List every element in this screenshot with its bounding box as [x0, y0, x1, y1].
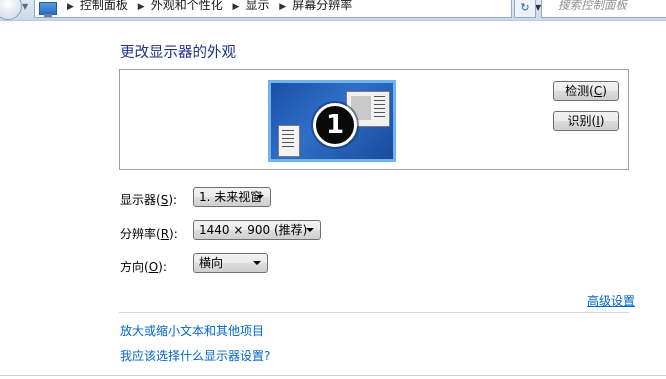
window-thumbnail-icon: [278, 125, 300, 157]
breadcrumb-separator-icon[interactable]: ▶: [233, 2, 240, 12]
chevron-down-icon: [253, 261, 261, 265]
identify-button[interactable]: 识别(I): [553, 111, 619, 131]
identify-label: 识别: [567, 114, 592, 128]
chevron-down-icon: [256, 195, 264, 199]
monitor-1-thumbnail[interactable]: 1: [268, 80, 396, 162]
detect-label: 检测: [565, 84, 590, 98]
identify-accesskey: I: [596, 114, 600, 128]
monitor-preview-panel: 1 检测(C) 识别(I): [119, 69, 629, 170]
breadcrumb-separator-icon[interactable]: ▶: [67, 2, 74, 12]
display-select[interactable]: 1. 未来视窗: [193, 187, 271, 207]
display-select-value: 1. 未来视窗: [199, 190, 263, 204]
breadcrumb-separator-icon[interactable]: ▶: [279, 2, 286, 12]
search-placeholder: 搜索控制面板: [558, 0, 627, 12]
recent-pages-dropdown-icon[interactable]: ▼: [22, 2, 28, 11]
monitor-number-badge: 1: [313, 103, 357, 147]
chevron-down-icon: [306, 228, 314, 232]
breadcrumb-display[interactable]: 显示: [245, 0, 269, 12]
resolution-select[interactable]: 1440 × 900 (推荐): [193, 220, 321, 240]
detect-accesskey: C: [593, 84, 603, 98]
display-label: 显示器(S):: [120, 193, 178, 207]
page-title: 更改显示器的外观: [120, 45, 236, 61]
address-bar[interactable]: ▶ 控制面板 ▶ 外观和个性化 ▶ 显示 ▶ 屏幕分辨率 ▼: [34, 0, 541, 18]
breadcrumb-appearance[interactable]: 外观和个性化: [151, 0, 223, 12]
control-panel-icon: [39, 2, 57, 17]
orientation-select-value: 横向: [199, 256, 224, 270]
bottom-divider: [0, 375, 666, 376]
refresh-button[interactable]: ↻: [514, 0, 536, 18]
monitor-screen: 1: [271, 83, 393, 159]
advanced-settings-link[interactable]: 高级设置: [587, 292, 635, 309]
back-button[interactable]: [0, 0, 22, 20]
refresh-icon: ↻: [520, 1, 530, 14]
text-size-link[interactable]: 放大或缩小文本和其他项目: [120, 322, 264, 339]
search-input[interactable]: 搜索控制面板: [541, 0, 666, 18]
address-bar-area: ▼ ▶ 控制面板 ▶ 外观和个性化 ▶ 显示 ▶ 屏幕分辨率 ▼ ↻ 搜索控制面板: [0, 0, 666, 21]
breadcrumb-control-panel[interactable]: 控制面板: [80, 0, 128, 12]
display-settings-help-link[interactable]: 我应该选择什么显示器设置?: [120, 347, 270, 364]
breadcrumb-separator-icon[interactable]: ▶: [138, 2, 145, 12]
resolution-label: 分辨率(R):: [120, 227, 178, 241]
breadcrumb-screen-resolution[interactable]: 屏幕分辨率: [292, 0, 352, 12]
divider: [119, 312, 629, 313]
orientation-select[interactable]: 横向: [193, 253, 268, 273]
detect-button[interactable]: 检测(C): [553, 81, 619, 101]
breadcrumb: ▶ 控制面板 ▶ 外观和个性化 ▶ 显示 ▶ 屏幕分辨率: [61, 0, 352, 16]
resolution-select-value: 1440 × 900 (推荐): [199, 223, 308, 237]
orientation-label: 方向(O):: [120, 260, 167, 274]
